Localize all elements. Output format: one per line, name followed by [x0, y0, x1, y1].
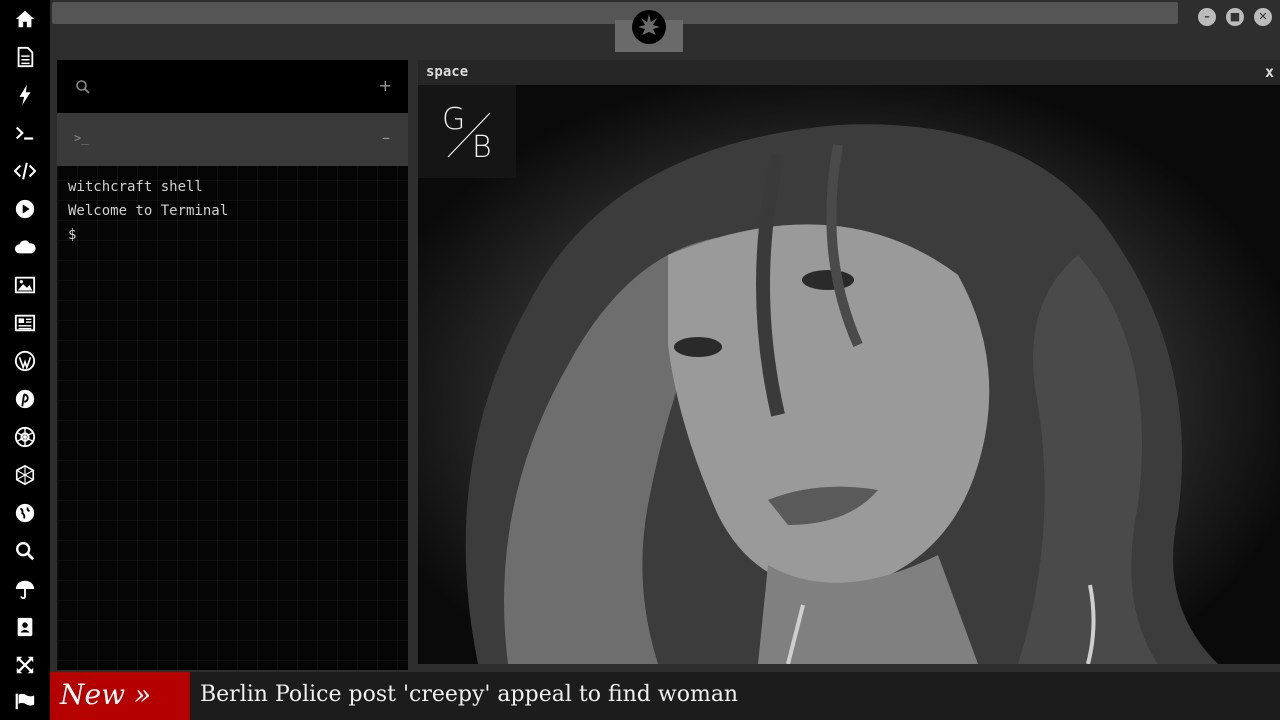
umbrella-icon[interactable] — [14, 578, 38, 602]
gb-logo: G B — [418, 85, 516, 178]
flag-icon[interactable] — [14, 690, 38, 714]
code-icon[interactable] — [13, 160, 38, 184]
pinterest-icon[interactable] — [14, 388, 38, 412]
gb-logo-bottom-letter: B — [472, 130, 492, 165]
play-icon[interactable] — [14, 198, 38, 222]
terminal-panel: + >_ – witchcraft shell Welcome to Termi… — [57, 60, 408, 670]
close-window-button[interactable]: ✕ — [1254, 8, 1272, 26]
cloud-icon[interactable] — [14, 236, 38, 260]
terminal-tab[interactable]: >_ – — [57, 113, 408, 166]
space-window-header[interactable]: space x — [418, 60, 1280, 85]
expand-icon[interactable] — [14, 654, 38, 678]
portrait-photo — [418, 85, 1280, 664]
terminal-tab-minimize-button[interactable]: – — [382, 128, 390, 147]
document-icon[interactable] — [14, 46, 38, 70]
search-icon[interactable] — [75, 79, 91, 95]
terminal-output-line: witchcraft shell — [68, 179, 203, 195]
add-terminal-button[interactable]: + — [379, 76, 392, 95]
gb-logo-top-letter: G — [442, 102, 465, 137]
space-close-button[interactable]: x — [1265, 63, 1274, 81]
wordpress-icon[interactable] — [14, 350, 38, 374]
news-headline[interactable]: Berlin Police post 'creepy' appeal to fi… — [200, 672, 738, 720]
rebel-icon[interactable] — [14, 426, 38, 450]
rebel-alliance-logo-icon — [630, 8, 668, 46]
terminal-output-line: Welcome to Terminal — [68, 203, 229, 219]
terminal-prompt-line[interactable]: $ — [68, 227, 76, 243]
home-icon[interactable] — [14, 8, 38, 32]
news-badge[interactable]: New » — [50, 672, 190, 720]
image-icon[interactable] — [14, 274, 38, 298]
newspaper-icon[interactable] — [14, 312, 38, 336]
bolt-icon[interactable] — [14, 84, 38, 108]
space-window: space x G B — [418, 60, 1280, 664]
terminal-tab-prompt: >_ — [74, 131, 89, 145]
terminal-icon[interactable] — [14, 122, 38, 146]
search-icon[interactable] — [14, 540, 38, 564]
app-dock — [0, 0, 50, 720]
news-ticker: New » Berlin Police post 'creepy' appeal… — [50, 672, 1280, 720]
space-window-title: space — [426, 64, 469, 80]
globe-icon[interactable] — [14, 502, 38, 526]
terminal-search-bar[interactable]: + — [57, 60, 408, 113]
grid-sphere-icon[interactable] — [14, 464, 38, 488]
contacts-icon[interactable] — [14, 616, 38, 640]
maximize-button[interactable]: ■ — [1226, 8, 1244, 26]
minimize-button[interactable]: – — [1198, 8, 1216, 26]
